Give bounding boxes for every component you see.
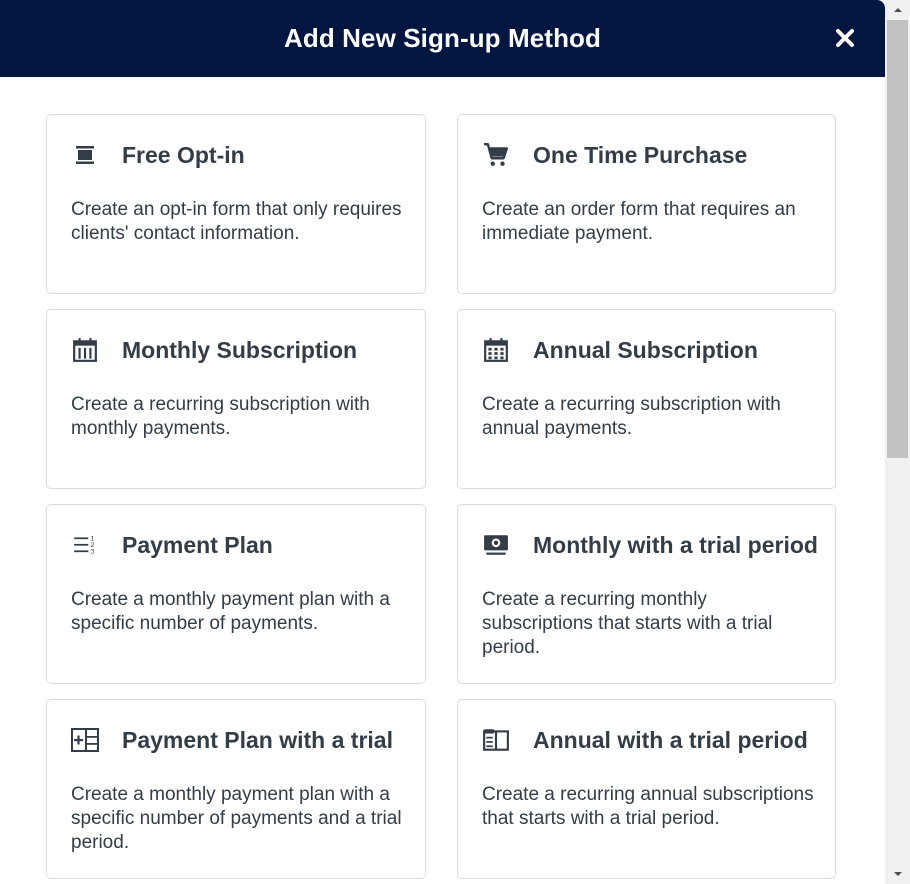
calendar-grid-icon (482, 336, 510, 364)
method-card-monthly-trial[interactable]: Monthly with a trial period Create a rec… (457, 504, 836, 684)
method-description: Create a monthly payment plan with a spe… (71, 589, 390, 634)
arrow-up-icon (893, 8, 902, 12)
method-card-annual-subscription[interactable]: Annual Subscription Create a recurring s… (457, 309, 836, 489)
method-title: Payment Plan (122, 531, 273, 558)
plus-grid-icon (71, 726, 99, 754)
method-card-free-opt-in[interactable]: Free Opt-in Create an opt-in form that o… (46, 114, 426, 294)
method-description: Create a recurring annual subscriptions … (482, 784, 814, 829)
opt-in-form-icon (71, 141, 99, 169)
modal-title: Add New Sign-up Method (283, 23, 602, 53)
method-title: Monthly Subscription (122, 336, 358, 363)
method-title: Payment Plan with a trial (122, 726, 393, 753)
method-card-monthly-subscription[interactable]: Monthly Subscription Create a recurring … (46, 309, 426, 489)
close-icon (836, 29, 854, 47)
method-description: Create an opt-in form that only requires… (71, 199, 402, 244)
calendar-icon (71, 336, 99, 364)
method-card-payment-plan[interactable]: 1 2 3 Payment Plan Create a monthly paym… (46, 504, 426, 684)
scrollbar-thumb[interactable] (887, 20, 908, 458)
svg-text:3: 3 (90, 548, 94, 556)
numbered-list-icon: 1 2 3 (71, 531, 99, 559)
scroll-down-button[interactable] (885, 866, 910, 882)
modal-body: Free Opt-in Create an opt-in form that o… (0, 77, 885, 884)
method-description: Create a recurring subscription with ann… (482, 394, 781, 439)
method-title: Annual with a trial period (533, 726, 808, 753)
method-description: Create a recurring monthly subscriptions… (482, 589, 773, 658)
scroll-up-button[interactable] (885, 2, 910, 18)
trial-screen-icon (482, 531, 510, 559)
method-card-payment-plan-trial[interactable]: Payment Plan with a trial Create a month… (46, 699, 426, 879)
modal-header: Add New Sign-up Method (0, 0, 885, 77)
method-card-annual-trial[interactable]: Annual with a trial period Create a recu… (457, 699, 836, 879)
layout-panel-icon (482, 726, 510, 754)
method-title: Annual Subscription (533, 336, 758, 363)
method-description: Create an order form that requires an im… (482, 199, 796, 244)
close-button[interactable] (826, 20, 864, 56)
scrollbar[interactable] (885, 0, 910, 884)
arrow-down-icon (893, 872, 902, 876)
method-card-one-time-purchase[interactable]: One Time Purchase Create an order form t… (457, 114, 836, 294)
shopping-cart-icon (482, 141, 510, 169)
method-title: One Time Purchase (533, 141, 748, 168)
method-title: Monthly with a trial period (533, 531, 818, 558)
method-description: Create a recurring subscription with mon… (71, 394, 370, 439)
method-description: Create a monthly payment plan with a spe… (71, 784, 402, 853)
method-title: Free Opt-in (122, 141, 245, 168)
signup-method-grid: Free Opt-in Create an opt-in form that o… (46, 114, 836, 879)
